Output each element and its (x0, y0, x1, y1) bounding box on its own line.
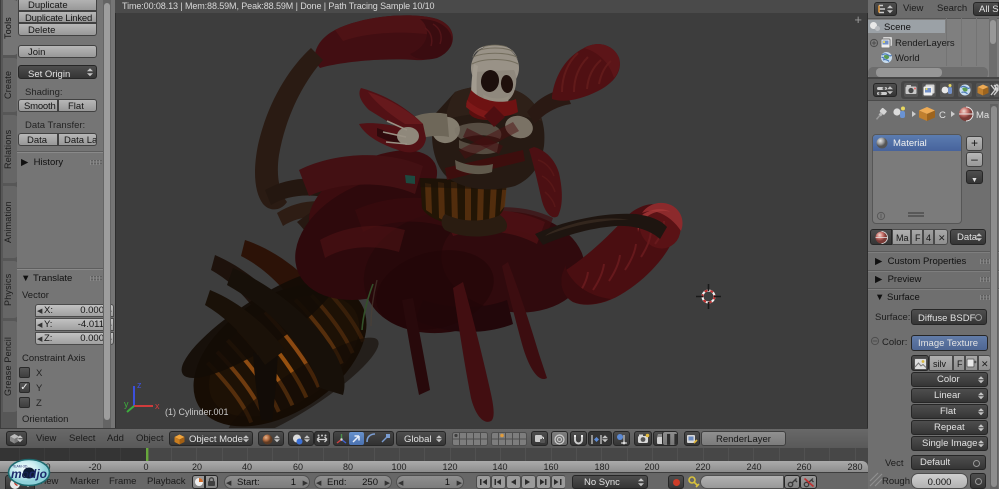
svg-text:modjo: modjo (11, 467, 47, 481)
svg-text:x: x (155, 401, 160, 411)
svg-text:Ma: Ma (976, 110, 990, 121)
svg-text:z: z (137, 380, 142, 390)
svg-text:y: y (124, 399, 129, 409)
svg-text:C: C (939, 110, 946, 121)
